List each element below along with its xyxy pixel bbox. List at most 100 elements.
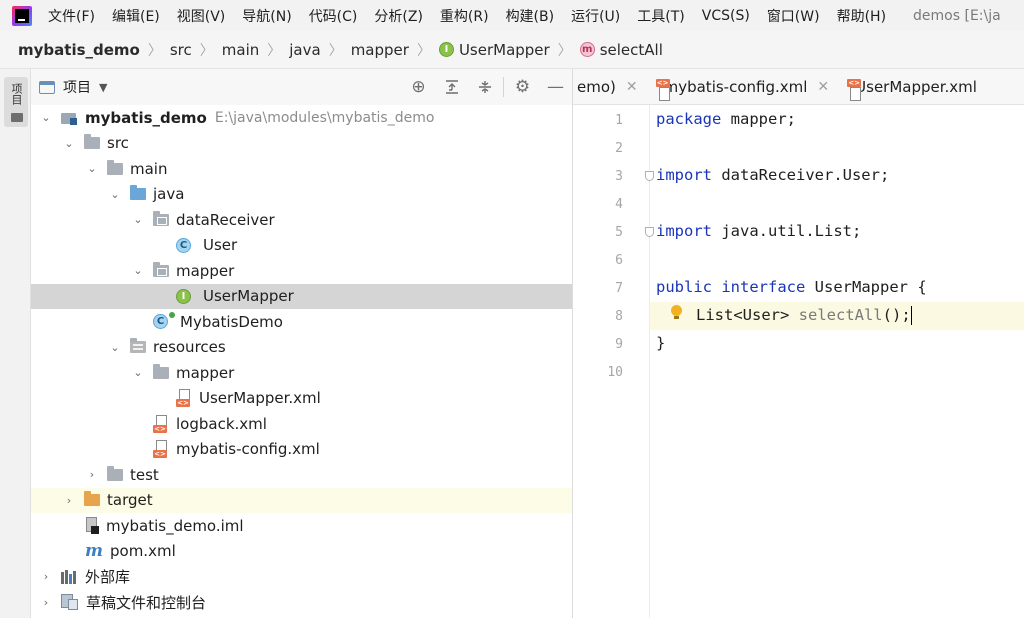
menu-code[interactable]: 代码(C) xyxy=(309,6,358,26)
breadcrumb-main[interactable]: main xyxy=(222,41,259,59)
chevron-down-icon[interactable]: ▼ xyxy=(99,81,107,94)
tree-row-test[interactable]: › test xyxy=(31,462,572,488)
close-icon[interactable]: ✕ xyxy=(626,79,638,95)
chevron-right-icon[interactable]: › xyxy=(39,570,53,583)
expand-all-icon[interactable] xyxy=(435,69,468,105)
locate-file-icon[interactable]: ⊕ xyxy=(402,69,435,105)
resources-folder-icon xyxy=(130,338,146,354)
code-method: selectAll xyxy=(798,306,883,324)
tab-truncated[interactable]: emo) ✕ xyxy=(573,69,646,104)
code-keyword: package xyxy=(656,110,722,128)
chevron-down-icon[interactable]: ⌄ xyxy=(131,213,145,226)
tree-row-target[interactable]: › target xyxy=(31,487,572,513)
tree-label: main xyxy=(130,159,168,178)
scratches-icon xyxy=(61,593,79,611)
breadcrumb-java[interactable]: java xyxy=(289,41,320,59)
tree-row-logback-xml[interactable]: ⌄ <> logback.xml xyxy=(31,411,572,437)
method-icon: m xyxy=(579,42,595,57)
tab-label: emo) xyxy=(577,77,616,96)
breadcrumb-class[interactable]: I UserMapper xyxy=(438,41,550,59)
breadcrumb-method[interactable]: m selectAll xyxy=(579,41,663,59)
menu-analyze[interactable]: 分析(Z) xyxy=(374,6,423,26)
gear-icon[interactable]: ⚙ xyxy=(506,69,539,105)
menu-run[interactable]: 运行(U) xyxy=(571,6,620,26)
menu-refactor[interactable]: 重构(R) xyxy=(440,6,489,26)
menu-view[interactable]: 视图(V) xyxy=(177,6,226,26)
tree-label: mapper xyxy=(176,261,235,280)
tree-row-main[interactable]: ⌄ main xyxy=(31,156,572,182)
folder-icon xyxy=(11,113,23,122)
code-keyword: public xyxy=(656,278,712,296)
collapse-all-icon[interactable] xyxy=(468,69,501,105)
hide-panel-icon[interactable]: — xyxy=(539,69,572,105)
tree-label: resources xyxy=(153,338,226,357)
navigation-breadcrumb: mybatis_demo 〉 src 〉 main 〉 java 〉 mappe… xyxy=(0,31,1024,69)
excluded-folder-icon xyxy=(84,491,100,507)
tree-row-pom[interactable]: m pom.xml xyxy=(31,539,572,565)
code-line: public interface UserMapper { xyxy=(656,273,927,301)
chevron-right-icon[interactable]: › xyxy=(62,494,76,507)
tree-label: mybatis_demo xyxy=(85,108,207,127)
chevron-down-icon[interactable]: ⌄ xyxy=(131,366,145,379)
intellij-logo-icon xyxy=(12,5,32,26)
menu-window[interactable]: 窗口(W) xyxy=(767,6,820,26)
tree-row-java[interactable]: ⌄ java xyxy=(31,182,572,208)
project-panel: 项目 ▼ ⊕ ⚙ — ⌄ mybatis_demo E:\java\module… xyxy=(31,69,573,618)
xml-file-icon: <> xyxy=(153,414,169,433)
tool-window-strip: 项目 xyxy=(0,69,31,618)
menu-help[interactable]: 帮助(H) xyxy=(837,6,886,26)
library-icon xyxy=(61,569,78,584)
breadcrumb-src[interactable]: src xyxy=(170,41,192,59)
line-number: 2 xyxy=(615,141,623,156)
tree-row-iml[interactable]: mybatis_demo.iml xyxy=(31,513,572,539)
runnable-class-icon: C xyxy=(153,312,175,330)
menu-file[interactable]: 文件(F) xyxy=(48,6,95,26)
tree-row-mybatis-config-xml[interactable]: ⌄ <> mybatis-config.xml xyxy=(31,437,572,463)
tree-row-resources-mapper[interactable]: ⌄ mapper xyxy=(31,360,572,386)
chevron-down-icon[interactable]: ⌄ xyxy=(85,162,99,175)
chevron-down-icon[interactable]: ⌄ xyxy=(108,341,122,354)
lightbulb-icon[interactable] xyxy=(670,305,682,320)
tree-path-hint: E:\java\modules\mybatis_demo xyxy=(214,109,435,126)
tab-usermapper-xml[interactable]: <> UserMapper.xml xyxy=(837,69,985,104)
code-text: UserMapper { xyxy=(805,278,927,296)
menu-tools[interactable]: 工具(T) xyxy=(637,6,684,26)
code-text: dataReceiver.User; xyxy=(712,166,890,184)
source-folder-icon xyxy=(130,185,146,201)
chevron-down-icon[interactable]: ⌄ xyxy=(108,188,122,201)
project-view-selector[interactable]: 项目 xyxy=(63,77,91,97)
project-tool-window-button[interactable]: 项目 xyxy=(4,77,28,127)
tab-mybatis-config-xml[interactable]: <> mybatis-config.xml ✕ xyxy=(646,69,838,104)
tree-row-scratches[interactable]: › 草稿文件和控制台 xyxy=(31,590,572,616)
code-keyword: import xyxy=(656,166,712,184)
line-number: 9 xyxy=(615,337,623,352)
tree-row-usermapper[interactable]: ⌄ I UserMapper xyxy=(31,283,572,309)
tree-row-user[interactable]: ⌄ C User xyxy=(31,233,572,259)
chevron-right-icon[interactable]: › xyxy=(85,468,99,481)
chevron-down-icon[interactable]: ⌄ xyxy=(62,137,76,150)
tree-row-external-libraries[interactable]: › 外部库 xyxy=(31,564,572,590)
menu-navigate[interactable]: 导航(N) xyxy=(242,6,291,26)
menu-edit[interactable]: 编辑(E) xyxy=(112,6,160,26)
menu-vcs[interactable]: VCS(S) xyxy=(702,8,750,24)
xml-file-icon: <> xyxy=(153,440,169,459)
tree-row-project-root[interactable]: ⌄ mybatis_demo E:\java\modules\mybatis_d… xyxy=(31,105,572,131)
tree-row-resources[interactable]: ⌄ resources xyxy=(31,335,572,361)
breadcrumb-project[interactable]: mybatis_demo xyxy=(18,41,140,59)
code-area[interactable]: package mapper; import dataReceiver.User… xyxy=(650,105,1024,618)
tree-row-usermapper-xml[interactable]: ⌄ <> UserMapper.xml xyxy=(31,386,572,412)
tree-row-mybatisdemo[interactable]: ⌄ C MybatisDemo xyxy=(31,309,572,335)
tree-row-datareceiver[interactable]: ⌄ dataReceiver xyxy=(31,207,572,233)
tree-row-mapper-package[interactable]: ⌄ mapper xyxy=(31,258,572,284)
menu-build[interactable]: 构建(B) xyxy=(506,6,555,26)
chevron-down-icon[interactable]: ⌄ xyxy=(39,111,53,124)
project-panel-toolbar: ⊕ ⚙ — xyxy=(402,69,572,105)
editor-gutter: 1 2 3 4 5 6 7 8 9 10 xyxy=(573,105,654,618)
breadcrumb-mapper[interactable]: mapper xyxy=(351,41,409,59)
tree-row-src[interactable]: ⌄ src xyxy=(31,131,572,157)
close-icon[interactable]: ✕ xyxy=(817,79,829,95)
chevron-down-icon[interactable]: ⌄ xyxy=(131,264,145,277)
tree-label: UserMapper xyxy=(203,287,294,306)
chevron-right-icon[interactable]: › xyxy=(39,596,53,609)
line-number: 3 xyxy=(615,169,623,184)
